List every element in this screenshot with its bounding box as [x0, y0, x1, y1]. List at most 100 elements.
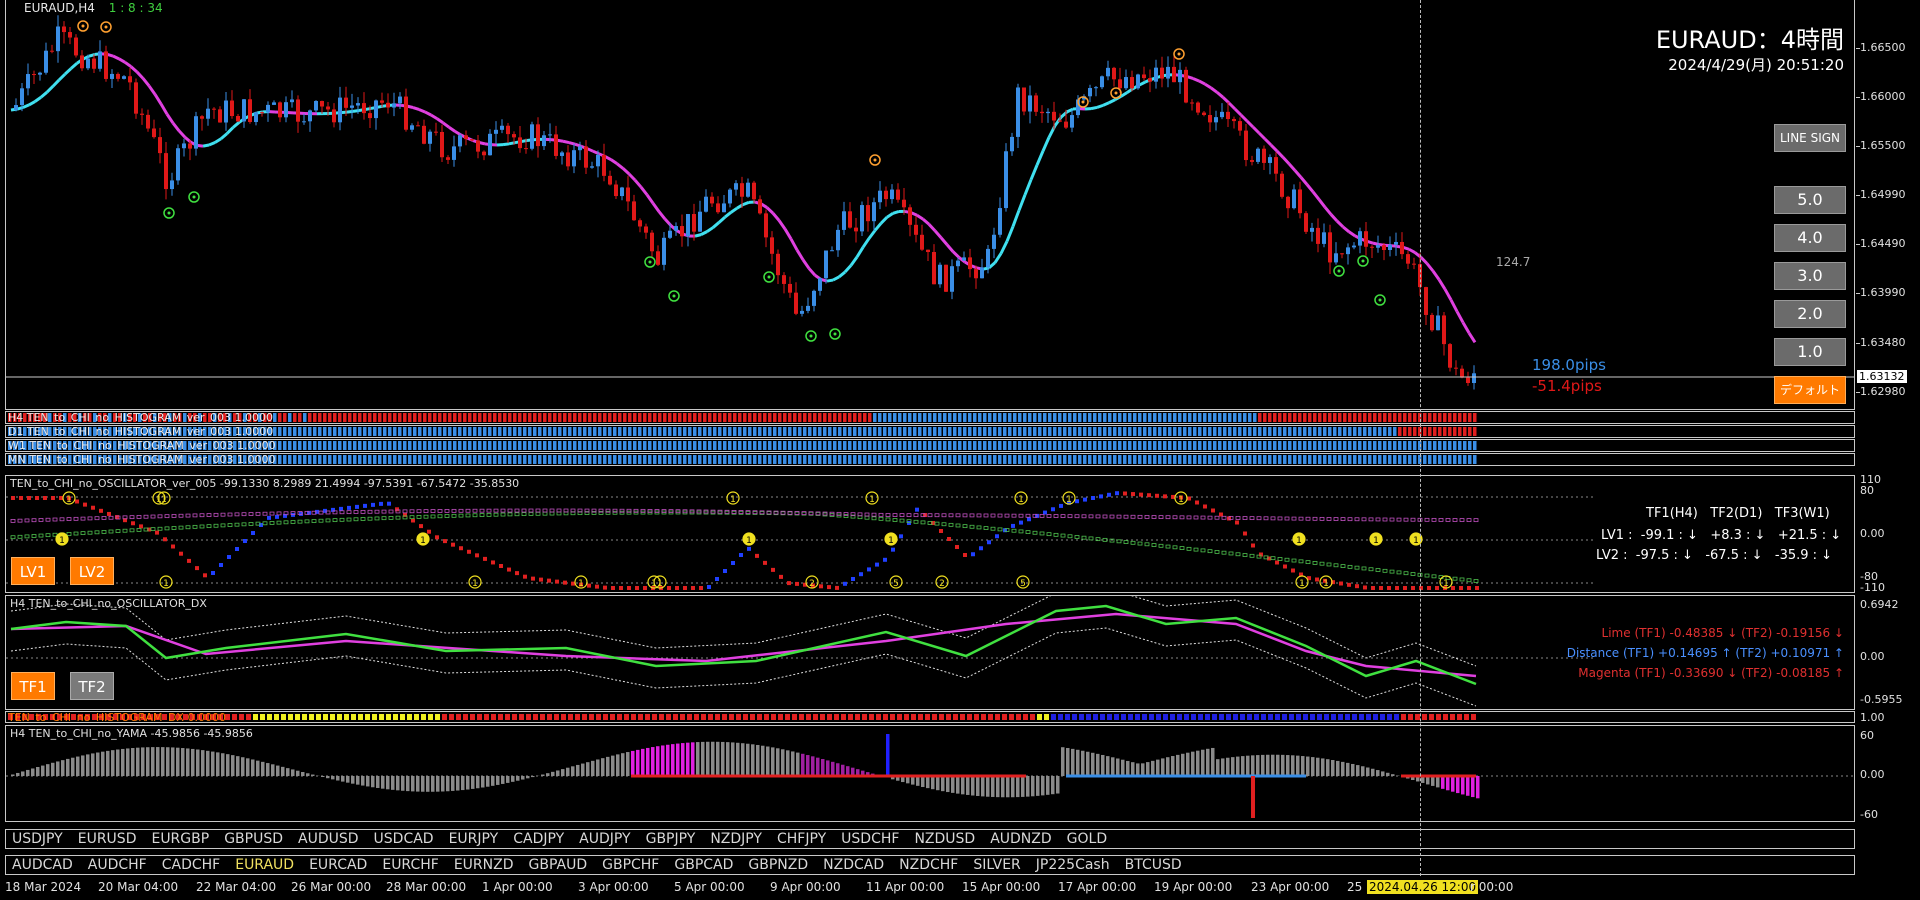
lv2-button[interactable]: LV2	[70, 557, 114, 585]
osc-green-dot	[1305, 560, 1311, 565]
histogram-bar	[613, 427, 617, 436]
symbol-gbpchf[interactable]: GBPCHF	[602, 856, 659, 874]
symbol-cadchf[interactable]: CADCHF	[162, 856, 221, 874]
histogram-bar	[583, 427, 587, 436]
level-1-button[interactable]: 1.0	[1774, 338, 1846, 366]
histogram-bar	[863, 441, 867, 450]
symbol-usdcad[interactable]: USDCAD	[374, 830, 434, 848]
symbol-cadjpy[interactable]: CADJPY	[513, 830, 564, 848]
candle-body	[668, 230, 672, 238]
histogram-bar	[438, 413, 442, 422]
histogram-bar	[1263, 427, 1267, 436]
tf1-button[interactable]: TF1	[11, 672, 55, 700]
signal-dot	[1081, 100, 1085, 104]
histogram-bar	[393, 427, 397, 436]
histogram-bar	[1083, 427, 1087, 436]
line-sign-button[interactable]: LINE SIGN	[1774, 124, 1846, 152]
histogram-bar	[393, 413, 397, 422]
yama-bar	[1121, 759, 1125, 776]
symbol-usdjpy[interactable]: USDJPY	[12, 830, 63, 848]
main-chart-pane[interactable]: EURAUD,H4 1 : 8 : 34 EURAUD：4時間 2024/4/2…	[5, 0, 1855, 410]
mid-value: 124.7	[1496, 255, 1531, 269]
osc-dot	[915, 507, 919, 512]
oscillator-pane[interactable]: TEN_to_CHI_no_OSCILLATOR_ver_005 -99.133…	[5, 475, 1855, 593]
level-4-button[interactable]: 4.0	[1774, 224, 1846, 252]
symbol-silver[interactable]: SILVER	[973, 856, 1020, 874]
symbol-nzdusd[interactable]: NZDUSD	[914, 830, 975, 848]
histogram-bar	[1023, 455, 1027, 464]
symbol-audusd[interactable]: AUDUSD	[298, 830, 359, 848]
symbol-gbpusd[interactable]: GBPUSD	[224, 830, 283, 848]
symbol-gbpaud[interactable]: GBPAUD	[529, 856, 588, 874]
symbol-chfjpy[interactable]: CHFJPY	[777, 830, 826, 848]
osc-dot	[835, 585, 839, 590]
ma-segment	[418, 108, 426, 114]
osc-green-dot	[38, 533, 44, 538]
yama-bar	[116, 749, 120, 776]
candle-body	[788, 283, 792, 293]
osc-dot	[1187, 496, 1191, 501]
osc-dot	[899, 534, 903, 539]
histdx-bar	[232, 714, 237, 720]
osc-magenta-dot	[542, 508, 548, 513]
yama-bar	[571, 766, 575, 776]
histogram-bar	[1193, 413, 1197, 422]
histdx-bar	[302, 714, 307, 720]
symbol-btcusd[interactable]: BTCUSD	[1125, 856, 1182, 874]
symbol-usdchf[interactable]: USDCHF	[841, 830, 899, 848]
histogram-bar	[483, 455, 487, 464]
osc-magenta-dot	[423, 509, 429, 514]
yama-bar	[1006, 776, 1010, 798]
histogram-bar	[1283, 413, 1287, 422]
histogram-bar	[1003, 455, 1007, 464]
symbol-euraud[interactable]: EURAUD	[235, 856, 294, 874]
dx-pane[interactable]: H4 TEN_to_CHI_no_OSCILLATOR_DX TF1 TF2 L…	[5, 595, 1855, 710]
osc-green-dot	[997, 527, 1003, 532]
yama-bar	[471, 776, 475, 789]
yama-bar	[56, 761, 60, 776]
histogram-bar	[498, 427, 502, 436]
symbol-eurgbp[interactable]: EURGBP	[151, 830, 209, 848]
histogram-bar	[298, 455, 302, 464]
symbol-audchf[interactable]: AUDCHF	[88, 856, 147, 874]
histogram-bar	[688, 441, 692, 450]
symbol-jp225cash[interactable]: JP225Cash	[1036, 856, 1110, 874]
histdx-bar	[981, 714, 986, 720]
histogram-bar	[463, 427, 467, 436]
symbol-eurcad[interactable]: EURCAD	[309, 856, 367, 874]
histogram-bar	[1303, 455, 1307, 464]
symbol-gbpcad[interactable]: GBPCAD	[674, 856, 733, 874]
symbol-nzdcad[interactable]: NZDCAD	[823, 856, 884, 874]
level-2-button[interactable]: 2.0	[1774, 300, 1846, 328]
symbol-audcad[interactable]: AUDCAD	[12, 856, 73, 874]
histogram-bar	[1228, 413, 1232, 422]
osc-dot	[1347, 582, 1351, 587]
lv1-button[interactable]: LV1	[11, 557, 55, 585]
symbol-eurchf[interactable]: EURCHF	[382, 856, 438, 874]
symbol-audjpy[interactable]: AUDJPY	[579, 830, 630, 848]
symbol-nzdchf[interactable]: NZDCHF	[899, 856, 958, 874]
histogram-bar	[1423, 413, 1427, 422]
symbol-nzdjpy[interactable]: NZDJPY	[710, 830, 762, 848]
symbol-gbpjpy[interactable]: GBPJPY	[646, 830, 696, 848]
candle-body	[1226, 111, 1230, 120]
tf2-button[interactable]: TF2	[70, 672, 114, 700]
symbol-audnzd[interactable]: AUDNZD	[990, 830, 1051, 848]
osc-green-dot	[199, 524, 205, 529]
candle-body	[1406, 254, 1410, 264]
yama-bar	[136, 747, 140, 776]
default-button[interactable]: デフォルト	[1774, 376, 1846, 404]
level-5-button[interactable]: 5.0	[1774, 186, 1846, 214]
yama-pane[interactable]: H4 TEN_to_CHI_no_YAMA -45.9856 -45.9856	[5, 725, 1855, 822]
ma-segment	[1029, 164, 1039, 181]
histogram-bar	[593, 413, 597, 422]
symbol-gbpnzd[interactable]: GBPNZD	[748, 856, 808, 874]
level-3-button[interactable]: 3.0	[1774, 262, 1846, 290]
osc-green-dot	[1466, 578, 1472, 583]
symbol-eurjpy[interactable]: EURJPY	[449, 830, 499, 848]
symbol-eurusd[interactable]: EURUSD	[78, 830, 137, 848]
histogram-bar	[728, 427, 732, 436]
histogram-bar	[803, 413, 807, 422]
symbol-eurnzd[interactable]: EURNZD	[454, 856, 514, 874]
symbol-gold[interactable]: GOLD	[1067, 830, 1107, 848]
